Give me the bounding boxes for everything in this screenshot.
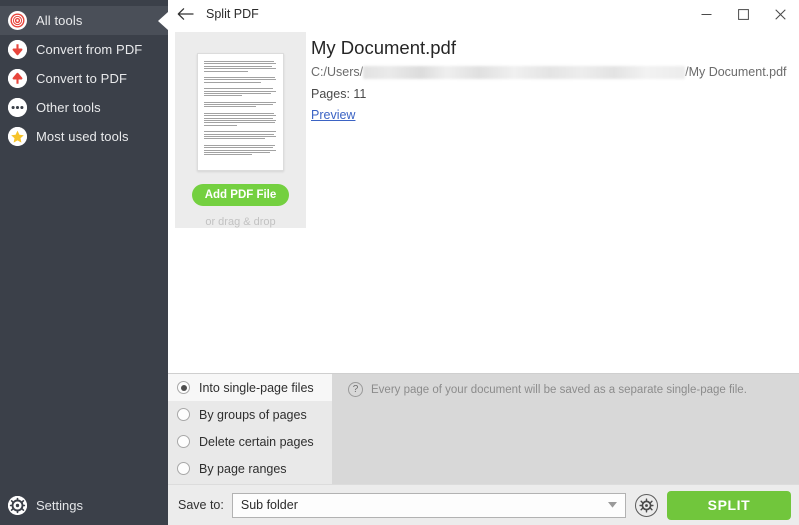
gear-circle-icon [8, 495, 27, 515]
document-page-count: Pages: 11 [311, 87, 367, 101]
close-button[interactable] [762, 0, 799, 28]
sidebar-nav-list: All tools Convert from PDF Convert to PD… [0, 0, 168, 151]
arrow-up-circle-icon [8, 69, 27, 88]
sidebar-item-label: All tools [36, 13, 83, 28]
chevron-down-icon [608, 502, 617, 508]
back-button[interactable] [168, 0, 202, 28]
sidebar-item-label: Convert from PDF [36, 42, 143, 57]
save-to-value: Sub folder [240, 498, 298, 512]
arrow-down-circle-icon [8, 40, 27, 59]
sidebar-item-convert-from-pdf[interactable]: Convert from PDF [0, 35, 168, 64]
hint-row: ? Every page of your document will be sa… [348, 382, 747, 397]
sidebar-item-other-tools[interactable]: Other tools [0, 93, 168, 122]
document-name: My Document.pdf [311, 37, 456, 58]
document-page-thumbnail[interactable] [197, 53, 284, 171]
sidebar-item-label: Convert to PDF [36, 71, 127, 86]
maximize-button[interactable] [725, 0, 762, 28]
document-path-prefix: C:/Users/ [311, 65, 364, 79]
split-pdf-window: All tools Convert from PDF Convert to PD… [0, 0, 799, 525]
file-drop-card[interactable]: Add PDF File or drag & drop [175, 32, 306, 228]
split-options-panel: Into single-page files By groups of page… [168, 373, 799, 485]
file-info: My Document.pdf C:/Users/ /My Document.p… [311, 36, 791, 124]
window-controls [688, 0, 799, 28]
save-to-dropdown[interactable]: Sub folder [231, 492, 626, 518]
target-spiral-icon [8, 11, 27, 30]
hint-text: Every page of your document will be save… [371, 383, 747, 396]
radio-button-icon [177, 462, 190, 475]
drag-drop-hint: or drag & drop [205, 216, 276, 228]
file-area: Add PDF File or drag & drop My Document.… [168, 28, 799, 373]
sidebar: All tools Convert from PDF Convert to PD… [0, 0, 168, 525]
split-button[interactable]: SPLIT [667, 490, 791, 520]
minimize-button[interactable] [688, 0, 725, 28]
output-settings-gear-button[interactable] [635, 493, 658, 517]
radio-button-icon [177, 381, 190, 394]
radio-label: By groups of pages [199, 407, 307, 422]
sidebar-item-label: Most used tools [36, 129, 129, 144]
gear-icon [639, 497, 654, 513]
sidebar-item-settings[interactable]: Settings [0, 485, 168, 525]
minimize-icon [701, 13, 712, 15]
sidebar-item-most-used-tools[interactable]: Most used tools [0, 122, 168, 151]
document-path-suffix: /My Document.pdf [685, 65, 787, 79]
settings-label: Settings [36, 497, 83, 513]
save-to-label: Save to: [178, 498, 224, 512]
bottom-action-bar: Save to: Sub folder SPLIT [168, 484, 799, 525]
sidebar-item-all-tools[interactable]: All tools [0, 6, 168, 35]
close-icon [775, 8, 786, 20]
main-content: Split PDF Add PDF File or drag & drop My… [168, 0, 799, 525]
radio-button-icon [177, 435, 190, 448]
document-path: C:/Users/ /My Document.pdf [311, 65, 791, 80]
radio-label: Into single-page files [199, 380, 314, 395]
radio-label: By page ranges [199, 461, 287, 476]
radio-delete-certain-pages[interactable]: Delete certain pages [168, 428, 332, 455]
sidebar-item-label: Other tools [36, 100, 101, 115]
radio-button-icon [177, 408, 190, 421]
star-circle-icon [8, 127, 27, 146]
title-bar: Split PDF [168, 0, 799, 28]
radio-by-page-ranges[interactable]: By page ranges [168, 455, 332, 482]
radio-label: Delete certain pages [199, 434, 314, 449]
help-question-icon[interactable]: ? [348, 382, 363, 397]
radio-into-single-page-files[interactable]: Into single-page files [168, 374, 332, 401]
sidebar-item-convert-to-pdf[interactable]: Convert to PDF [0, 64, 168, 93]
ellipsis-circle-icon [8, 98, 27, 117]
document-path-redacted-blur [363, 66, 686, 79]
add-pdf-file-button[interactable]: Add PDF File [191, 184, 290, 206]
maximize-icon [738, 8, 749, 20]
radio-by-groups-of-pages[interactable]: By groups of pages [168, 401, 332, 428]
arrow-left-icon [177, 8, 194, 20]
page-title: Split PDF [206, 7, 259, 21]
active-indicator-notch [158, 12, 168, 30]
preview-link[interactable]: Preview [311, 108, 355, 122]
split-mode-radio-group: Into single-page files By groups of page… [168, 374, 332, 485]
